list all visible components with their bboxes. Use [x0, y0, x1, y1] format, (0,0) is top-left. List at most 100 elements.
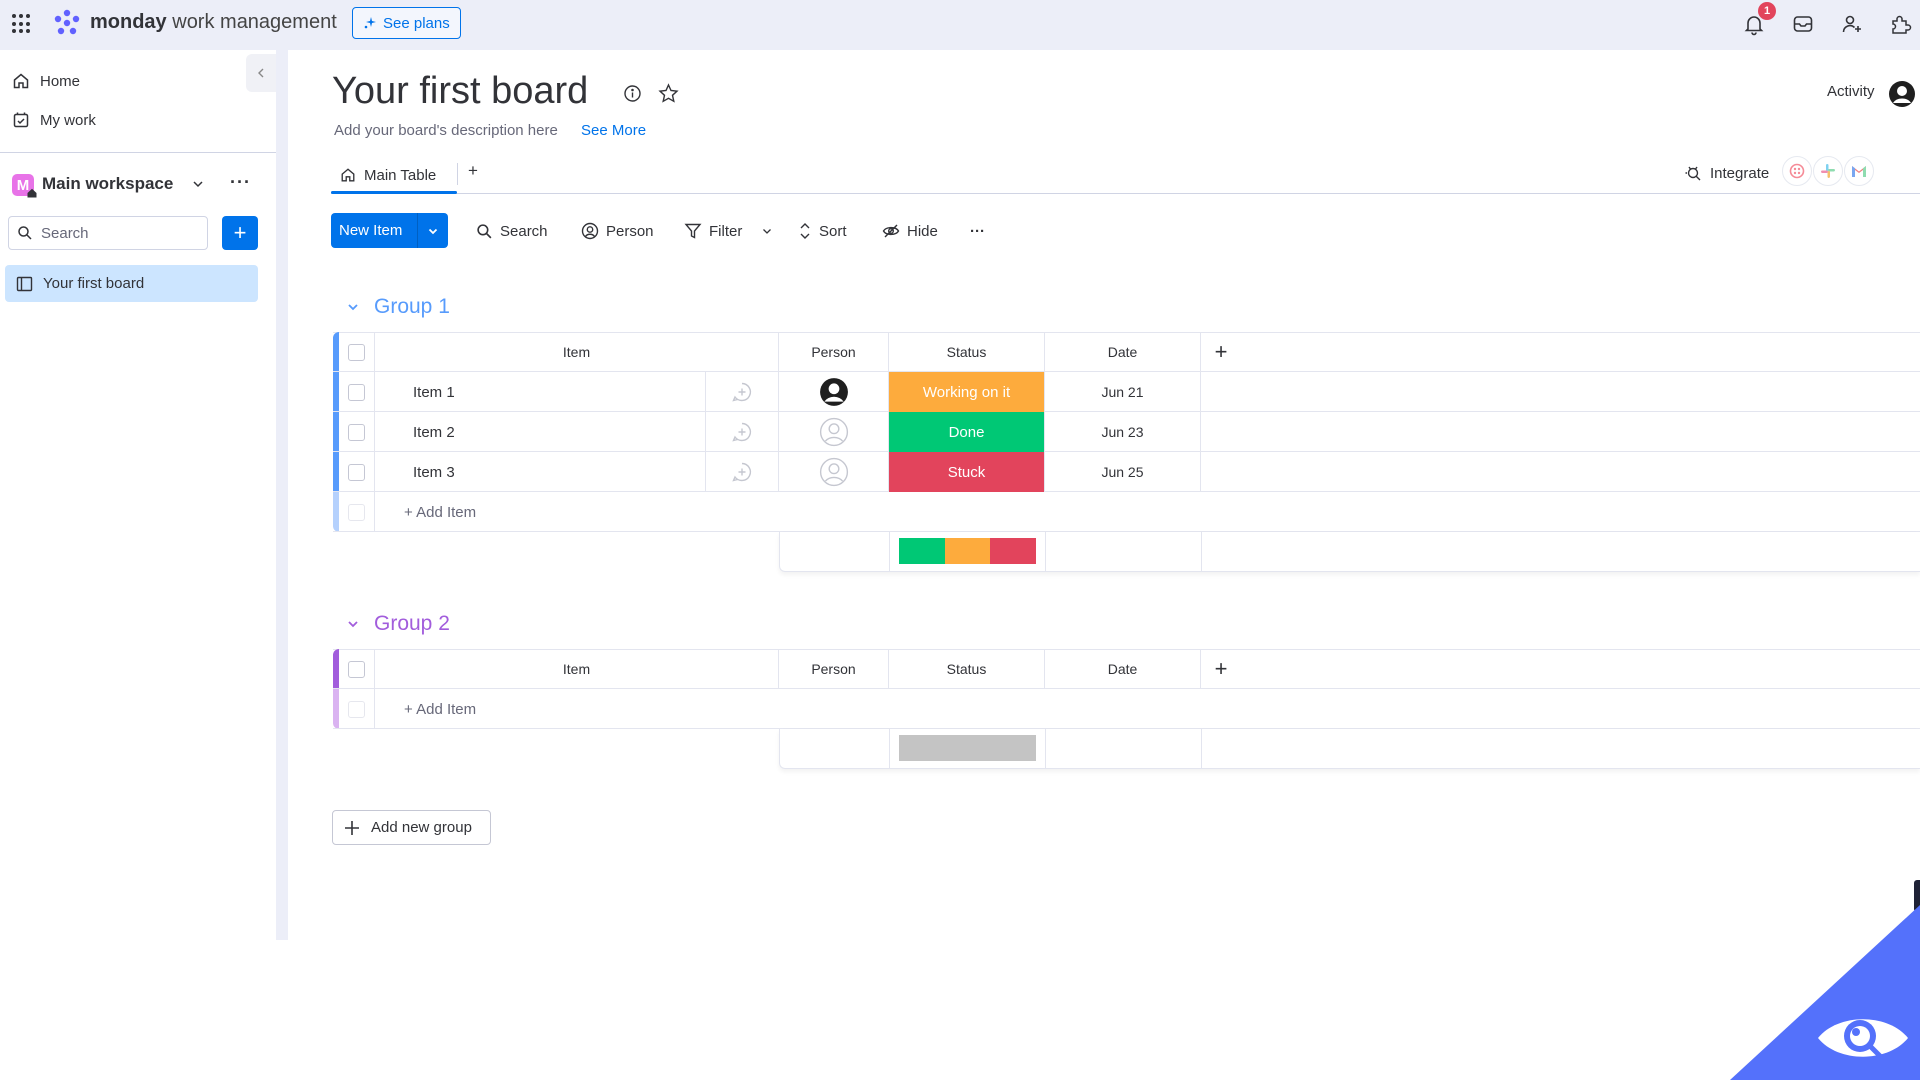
add-new-group-button[interactable]: Add new group — [332, 810, 491, 845]
status-summary-segment[interactable] — [899, 538, 945, 564]
activity-button[interactable]: Activity — [1827, 83, 1875, 100]
inbox-icon[interactable] — [1791, 12, 1815, 36]
add-column-button[interactable]: + — [1201, 649, 1241, 689]
sidebar-board-your-first-board[interactable]: Your first board — [5, 265, 258, 302]
row-checkbox[interactable] — [348, 423, 365, 441]
date-cell[interactable]: Jun 21 — [1045, 372, 1201, 412]
add-item-button[interactable]: + Add Item — [375, 689, 675, 729]
add-update-cell[interactable] — [706, 412, 779, 452]
select-all-checkbox[interactable] — [348, 660, 365, 678]
summary-row — [779, 532, 1920, 572]
column-header-status[interactable]: Status — [889, 332, 1045, 372]
sort-button[interactable]: Sort — [798, 218, 847, 244]
chevron-down-icon[interactable] — [761, 225, 773, 237]
status-summary-segment[interactable] — [990, 538, 1036, 564]
status-summary-bar[interactable] — [899, 538, 1036, 564]
column-header-person[interactable]: Person — [779, 332, 889, 372]
add-board-button[interactable]: + — [222, 216, 258, 250]
collapse-sidebar-button[interactable] — [246, 54, 276, 92]
see-more-link[interactable]: See More — [581, 122, 646, 139]
item-name[interactable]: Item 2 — [375, 412, 706, 452]
group-title-group-2[interactable]: Group 2 — [346, 612, 450, 636]
person-cell[interactable] — [779, 452, 889, 492]
sidebar-search-input[interactable]: Search — [8, 216, 208, 250]
add-item-row[interactable]: + Add Item — [333, 492, 1920, 532]
person-avatar-empty-icon — [819, 417, 848, 447]
chevron-down-icon[interactable] — [190, 176, 206, 192]
tab-separator — [457, 163, 458, 185]
table-row[interactable]: Item 2 Done Jun 23 — [333, 412, 1920, 452]
new-item-dropdown-button[interactable] — [418, 225, 448, 237]
date-cell[interactable]: Jun 23 — [1045, 412, 1201, 452]
person-cell[interactable] — [779, 412, 889, 452]
chevron-down-icon[interactable] — [346, 617, 360, 631]
apps-marketplace-icon[interactable] — [1888, 12, 1912, 36]
item-name[interactable]: Item 3 — [375, 452, 706, 492]
item-name[interactable]: Item 1 — [375, 372, 706, 412]
person-avatar-assigned-icon — [819, 378, 848, 406]
gmail-icon[interactable] — [1844, 156, 1874, 186]
add-update-icon — [732, 422, 752, 442]
slack-icon[interactable] — [1813, 156, 1843, 186]
add-column-button[interactable]: + — [1201, 332, 1241, 372]
twilio-icon[interactable] — [1782, 156, 1812, 186]
row-checkbox-cell — [339, 452, 375, 492]
invite-member-icon[interactable] — [1840, 12, 1864, 36]
user-avatar-icon[interactable] — [1888, 80, 1916, 108]
add-item-button[interactable]: + Add Item — [375, 492, 675, 532]
add-update-cell[interactable] — [706, 452, 779, 492]
group-title-label: Group 2 — [374, 612, 450, 635]
status-summary-bar[interactable] — [899, 735, 1036, 761]
brand-name[interactable]: monday work management — [90, 11, 337, 34]
column-header-status[interactable]: Status — [889, 649, 1045, 689]
add-item-checkbox-cell — [339, 689, 375, 729]
eye-off-icon — [882, 224, 900, 238]
workspace-name[interactable]: Main workspace — [42, 174, 173, 194]
status-summary-segment[interactable] — [899, 735, 1036, 761]
chevron-left-icon — [258, 68, 264, 78]
integrate-button[interactable]: Integrate — [1684, 160, 1769, 186]
group-title-group-1[interactable]: Group 1 — [346, 295, 450, 319]
filter-button[interactable]: Filter — [684, 218, 773, 244]
hide-button[interactable]: Hide — [882, 218, 938, 244]
search-button[interactable]: Search — [476, 218, 548, 244]
select-all-checkbox[interactable] — [348, 343, 365, 361]
new-item-label: New Item — [339, 222, 403, 239]
star-icon[interactable] — [658, 83, 679, 104]
status-cell[interactable]: Done — [889, 412, 1045, 452]
column-header-person[interactable]: Person — [779, 649, 889, 689]
more-actions-button[interactable]: ··· — [970, 218, 985, 244]
column-header-date[interactable]: Date — [1045, 649, 1201, 689]
column-header-item[interactable]: Item — [375, 332, 779, 372]
workspace-home-icon — [27, 188, 37, 198]
workspace-more-button[interactable]: ··· — [230, 172, 251, 193]
column-header-item[interactable]: Item — [375, 649, 779, 689]
tab-main-table[interactable]: Main Table — [340, 160, 436, 190]
table-row[interactable]: Item 3 Stuck Jun 25 — [333, 452, 1920, 492]
add-update-cell[interactable] — [706, 372, 779, 412]
watermark-triangle — [1730, 905, 1920, 1080]
status-cell[interactable]: Stuck — [889, 452, 1045, 492]
info-icon[interactable] — [623, 84, 642, 103]
board-title[interactable]: Your first board — [332, 70, 588, 113]
see-plans-button[interactable]: See plans — [352, 7, 461, 39]
new-item-button[interactable]: New Item — [331, 213, 448, 248]
add-view-button[interactable]: + — [468, 161, 478, 181]
person-filter-button[interactable]: Person — [581, 218, 654, 244]
table-row[interactable]: Item 1 Working on it Jun 21 — [333, 372, 1920, 412]
person-cell[interactable] — [779, 372, 889, 412]
row-checkbox[interactable] — [348, 383, 365, 401]
sidebar-item-home[interactable]: Home — [12, 66, 80, 96]
date-cell[interactable]: Jun 25 — [1045, 452, 1201, 492]
column-header-date[interactable]: Date — [1045, 332, 1201, 372]
sidebar-item-my-work[interactable]: My work — [12, 105, 96, 135]
board-description[interactable]: Add your board's description here — [334, 122, 558, 139]
apps-grid-icon[interactable] — [12, 14, 32, 34]
calendar-check-icon — [13, 112, 29, 128]
add-item-row[interactable]: + Add Item — [333, 689, 1920, 729]
status-summary-segment[interactable] — [944, 538, 991, 564]
row-checkbox[interactable] — [348, 463, 365, 481]
status-cell[interactable]: Working on it — [889, 372, 1045, 412]
chevron-down-icon[interactable] — [346, 300, 360, 314]
summary-divider — [889, 729, 890, 768]
